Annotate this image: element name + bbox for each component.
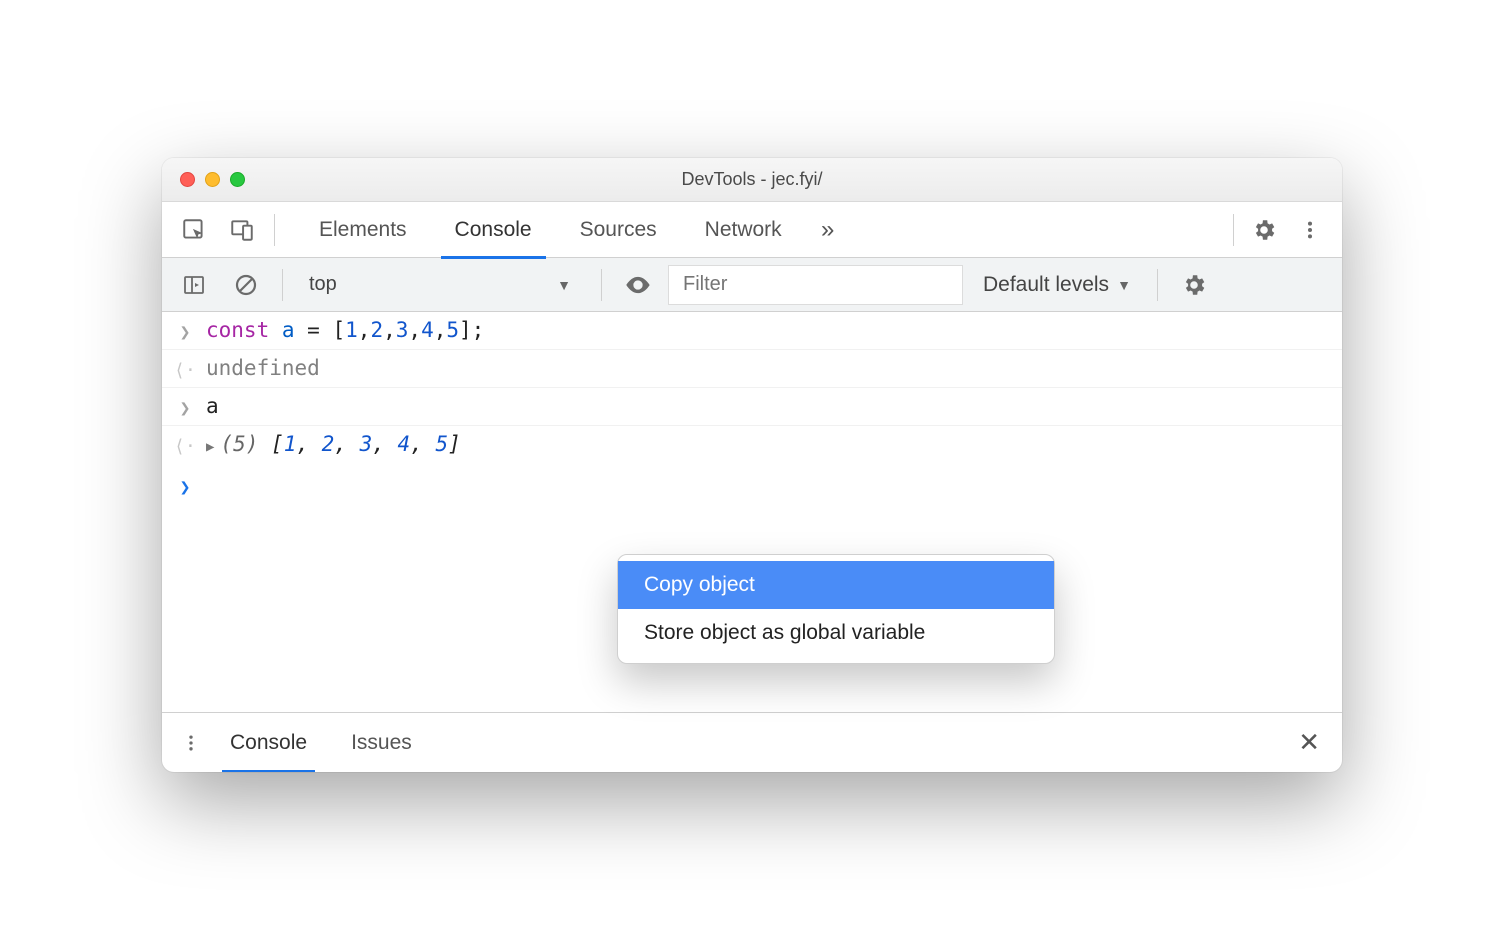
window-titlebar: DevTools - jec.fyi/	[162, 158, 1342, 202]
divider	[274, 214, 275, 246]
context-menu-item-store-global[interactable]: Store object as global variable	[618, 609, 1054, 657]
context-menu-item-copy-object[interactable]: Copy object	[618, 561, 1054, 609]
window-title: DevTools - jec.fyi/	[162, 169, 1342, 190]
divider	[1157, 269, 1158, 301]
console-result-line[interactable]: ⟨· ▶(5) [1, 2, 3, 4, 5]	[162, 426, 1342, 463]
prompt-chevron-icon: ❯	[172, 473, 198, 498]
execution-context-selector[interactable]: top ▼	[297, 265, 587, 305]
drawer-tab-console[interactable]: Console	[208, 713, 329, 773]
code-line: a	[206, 394, 1332, 418]
divider	[282, 269, 283, 301]
console-prompt[interactable]: ❯	[162, 463, 1342, 526]
divider	[601, 269, 602, 301]
console-input-line[interactable]: ❯ const a = [1,2,3,4,5];	[162, 312, 1342, 350]
result-value: ▶(5) [1, 2, 3, 4, 5]	[206, 432, 1332, 456]
kebab-menu-icon[interactable]	[1288, 208, 1332, 252]
main-tabstrip: Elements Console Sources Network »	[162, 202, 1342, 258]
console-settings-gear-icon[interactable]	[1172, 263, 1216, 307]
execution-context-label: top	[309, 273, 337, 296]
console-toolbar: top ▼ Default levels ▼	[162, 258, 1342, 312]
log-levels-label: Default levels	[983, 273, 1109, 297]
disclosure-triangle-icon[interactable]: ▶	[206, 439, 220, 455]
tab-console[interactable]: Console	[431, 202, 556, 258]
console-filter-input[interactable]	[668, 265, 963, 305]
console-sidebar-toggle-icon[interactable]	[172, 263, 216, 307]
tab-network[interactable]: Network	[681, 202, 806, 258]
dropdown-caret-icon: ▼	[1117, 277, 1131, 293]
context-menu: Copy object Store object as global varia…	[617, 554, 1055, 664]
drawer-tab-issues[interactable]: Issues	[329, 713, 434, 773]
drawer-menu-icon[interactable]	[174, 721, 208, 765]
input-chevron-icon: ❯	[172, 318, 198, 343]
tab-elements[interactable]: Elements	[295, 202, 431, 258]
divider	[1233, 214, 1234, 246]
console-input-line[interactable]: ❯ a	[162, 388, 1342, 426]
settings-gear-icon[interactable]	[1242, 208, 1286, 252]
device-toolbar-icon[interactable]	[220, 208, 264, 252]
log-levels-selector[interactable]: Default levels ▼	[971, 273, 1143, 297]
drawer: Console Issues ✕	[162, 712, 1342, 772]
drawer-close-icon[interactable]: ✕	[1288, 727, 1330, 758]
input-chevron-icon: ❯	[172, 394, 198, 419]
return-chevron-icon: ⟨·	[172, 432, 198, 457]
return-chevron-icon: ⟨·	[172, 356, 198, 381]
dropdown-caret-icon: ▼	[557, 277, 571, 293]
devtools-window: DevTools - jec.fyi/ Elements Console Sou…	[162, 158, 1342, 772]
live-expression-eye-icon[interactable]	[616, 263, 660, 307]
main-tabs: Elements Console Sources Network »	[295, 202, 1223, 258]
drawer-tabs: Console Issues	[208, 713, 434, 773]
clear-console-icon[interactable]	[224, 263, 268, 307]
inspect-element-icon[interactable]	[172, 208, 216, 252]
return-value: undefined	[206, 356, 1332, 380]
tabs-overflow-icon[interactable]: »	[806, 216, 850, 244]
tab-sources[interactable]: Sources	[556, 202, 681, 258]
console-return-line[interactable]: ⟨· undefined	[162, 350, 1342, 388]
code-line: const a = [1,2,3,4,5];	[206, 318, 1332, 342]
